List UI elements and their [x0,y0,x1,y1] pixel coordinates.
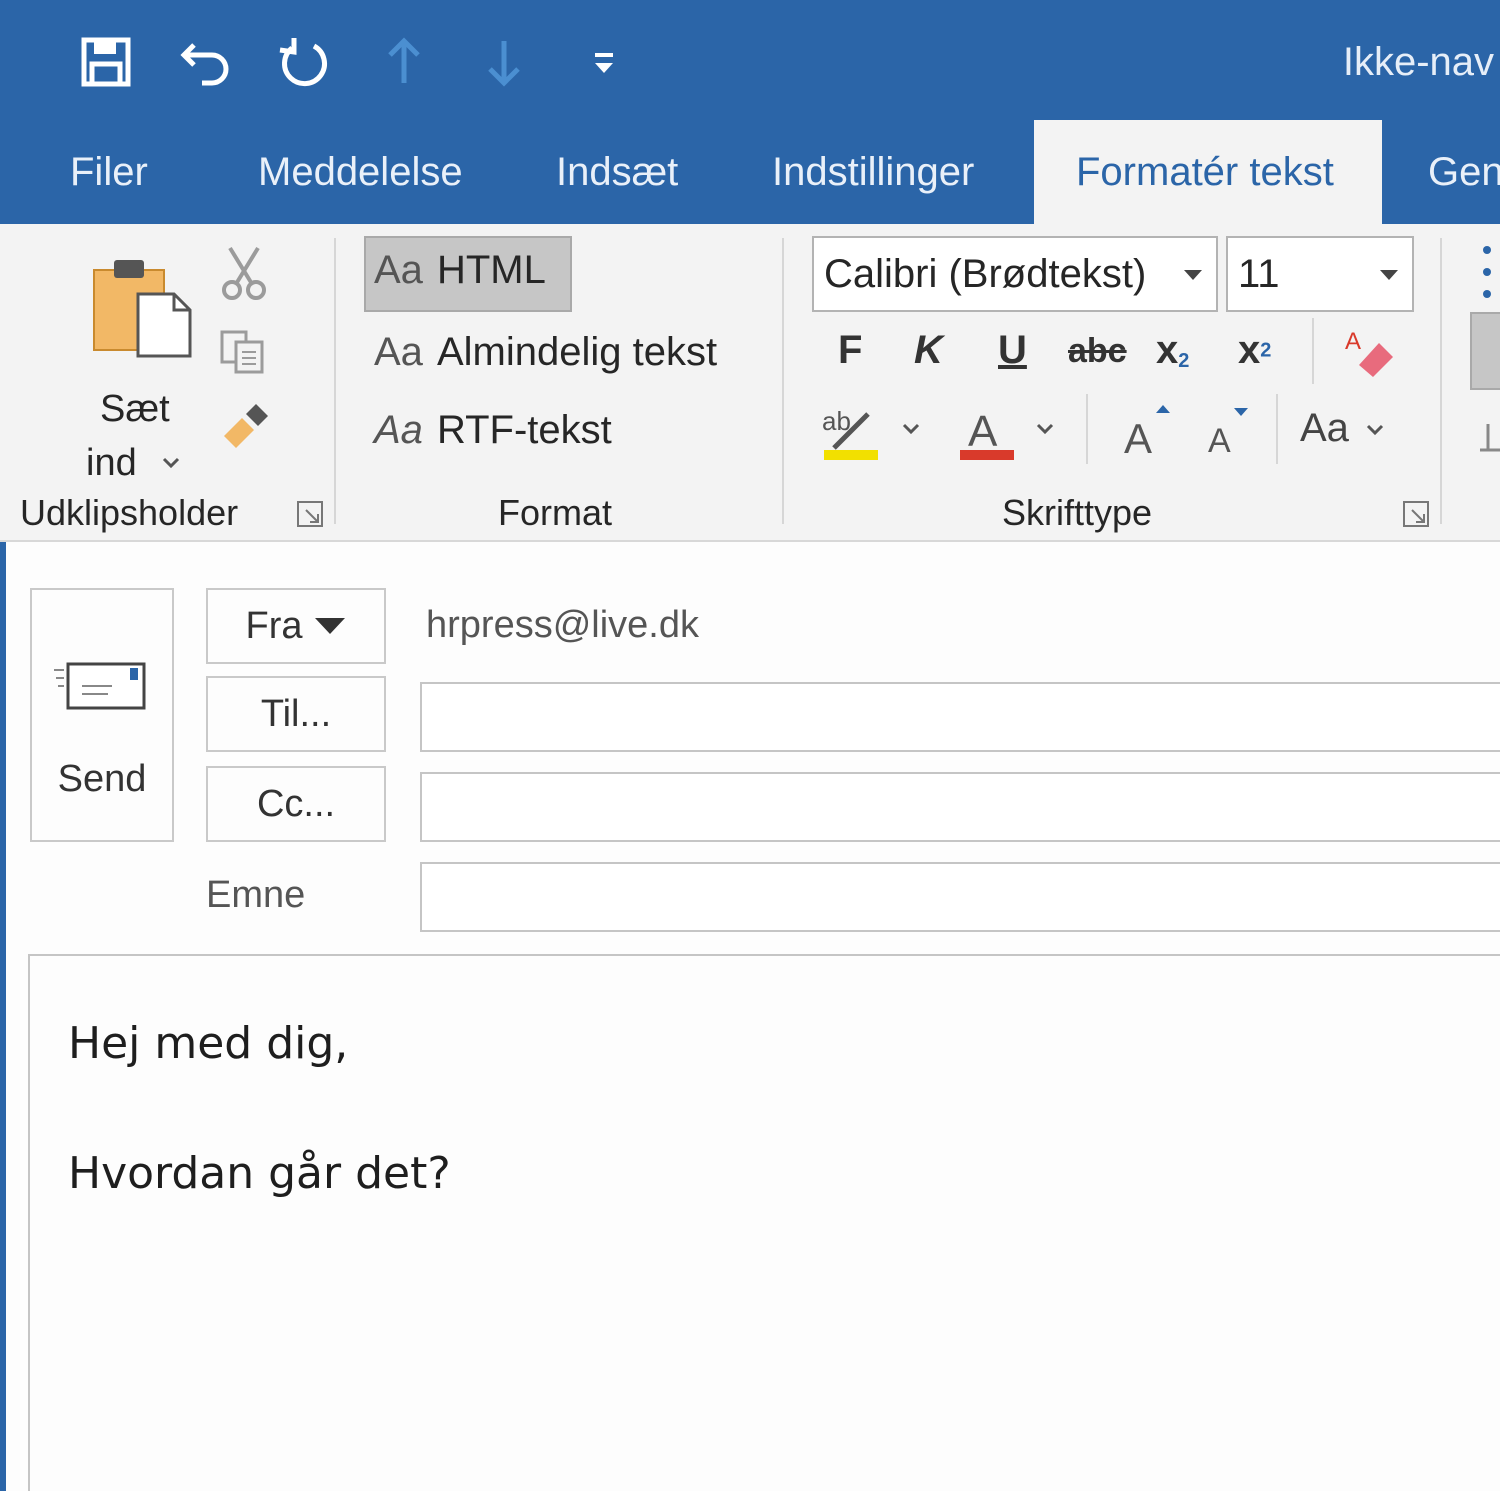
tab-gen[interactable]: Gen [1428,150,1500,195]
font-name-value: Calibri (Brødtekst) [824,252,1147,296]
format-painter-button[interactable] [214,396,274,460]
svg-text:A: A [1208,422,1231,458]
grow-font-icon: A [1124,405,1170,457]
font-color-button[interactable]: A [954,400,1018,464]
format-group-label: Format [498,492,613,533]
to-field[interactable] [420,682,1500,752]
change-case-button[interactable]: Aa [1300,406,1384,451]
aa-icon: Aa [374,408,423,452]
svg-text:A: A [1124,415,1152,457]
from-button-label: Fra [245,604,303,647]
send-label: Send [57,758,147,800]
title-bar: Ikke-nav [0,0,1500,120]
chevron-down-icon[interactable] [902,422,920,440]
chevron-down-icon[interactable] [1036,422,1054,440]
undo-icon[interactable] [176,30,236,94]
chevron-down-icon [1184,270,1202,280]
up-arrow-icon[interactable] [374,30,434,94]
bullets-icon[interactable] [1482,244,1492,300]
format-plain-text-button[interactable]: Aa Almindelig tekst [374,330,717,375]
separator [1086,394,1088,464]
tab-indstillinger[interactable]: Indstillinger [772,150,974,195]
group-separator [334,238,336,524]
from-address: hrpress@live.dk [426,604,699,646]
cc-field[interactable] [420,772,1500,842]
tab-filer[interactable]: Filer [70,150,148,195]
separator [1276,394,1278,464]
tab-formater-tekst[interactable]: Formatér tekst [1076,150,1334,195]
aa-icon: Aa [374,330,423,374]
highlighter-icon: ab [822,406,878,460]
cut-button[interactable] [214,240,274,304]
paste-label-line1: Sæt [100,388,170,430]
highlight-color-button[interactable]: ab [818,400,882,464]
document-title: Ikke-nav [1342,40,1494,84]
chevron-down-icon [1380,270,1398,280]
font-size-dropdown[interactable]: 11 [1226,236,1414,312]
copy-button[interactable] [214,320,274,384]
strikethrough-button[interactable]: abc [1068,332,1127,371]
down-arrow-icon[interactable] [474,30,534,94]
shrink-font-icon: A [1208,408,1248,458]
message-body[interactable]: Hej med dig, Hvordan går det? [28,954,1500,1491]
shrink-font-button[interactable]: A [1200,400,1260,460]
group-separator [782,238,784,524]
font-color-icon: A [960,407,1014,460]
subject-field[interactable] [420,862,1500,932]
body-line: Hej med dig, [68,1018,349,1069]
group-separator [1440,238,1442,524]
font-size-value: 11 [1238,252,1280,296]
send-button[interactable]: Send [30,588,174,842]
format-html-label: Aa HTML [374,248,546,292]
caret-down-icon [314,618,345,634]
cc-button[interactable]: Cc... [206,766,386,842]
clipboard-group-label: Udklipsholder [20,492,239,533]
chevron-down-icon [162,456,180,474]
paste-label-line2: ind [86,442,137,484]
paste-button[interactable]: Sæt ind [80,244,200,484]
font-group-label: Skrifttype [1002,492,1153,533]
format-painter-icon [224,404,268,448]
svg-text:ab: ab [822,406,851,436]
ribbon-tabs: Filer Meddelelse Indsæt Indstillinger Fo… [0,120,1500,224]
font-dialog-launcher-icon[interactable] [1402,500,1430,528]
body-line: Hvordan går det? [68,1148,451,1199]
chevron-down-icon [1367,425,1384,436]
redo-icon[interactable] [274,30,334,94]
to-button[interactable]: Til... [206,676,386,752]
svg-text:A: A [968,407,998,456]
ribbon: Sæt ind Udklipsholder Aa HTML Aa Almindeli… [0,224,1500,542]
copy-icon [220,330,264,374]
scissors-icon [222,246,266,300]
italic-button[interactable]: K [914,328,943,373]
subject-label: Emne [206,874,306,916]
from-button[interactable]: Fra [206,588,386,664]
superscript-button[interactable]: x2 [1238,328,1271,373]
align-left-button[interactable] [1470,312,1500,390]
bold-button[interactable]: F [838,328,862,373]
svg-text:A: A [1345,328,1361,355]
clear-formatting-button[interactable]: A [1340,320,1400,384]
subscript-button[interactable]: x2 [1156,328,1189,373]
underline-button[interactable]: U [998,328,1027,373]
separator [1312,318,1314,384]
eraser-icon: A [1345,328,1393,377]
paragraph-icon[interactable] [1478,420,1500,456]
customize-qat-icon[interactable] [574,30,634,94]
aa-icon: Aa [374,248,423,292]
format-rtf-button[interactable]: Aa RTF-tekst [374,408,612,453]
clipboard-dialog-launcher-icon[interactable] [296,500,324,528]
paste-icon [93,260,192,358]
tab-indsaet[interactable]: Indsæt [556,150,678,195]
save-icon[interactable] [76,30,136,94]
send-envelope-icon [54,662,146,710]
grow-font-button[interactable]: A [1118,396,1178,460]
font-name-dropdown[interactable]: Calibri (Brødtekst) [812,236,1218,312]
tab-meddelelse[interactable]: Meddelelse [258,150,463,195]
